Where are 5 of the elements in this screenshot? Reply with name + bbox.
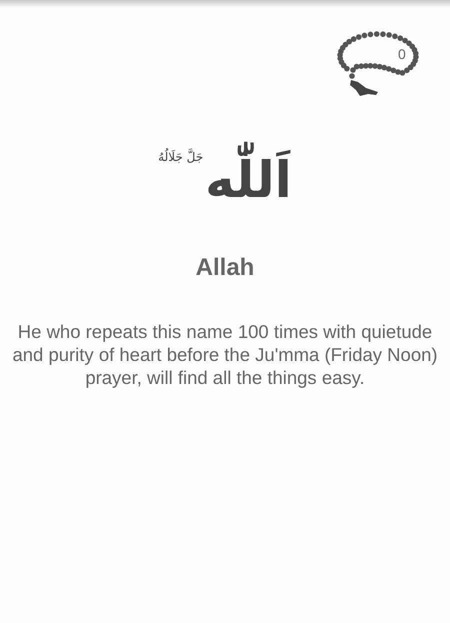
counter-value: 0 [398,46,406,62]
honorific-text: جَلَّ جَلَالُهُ [158,148,204,166]
description-text: He who repeats this name 100 times with quietude and purity of heart before the Ju'mma (Friday Noon) prayer, will find all the things easy. [11,320,439,389]
arabic-name: اَللّٰه [205,128,292,233]
name-title: Allah [194,254,256,282]
